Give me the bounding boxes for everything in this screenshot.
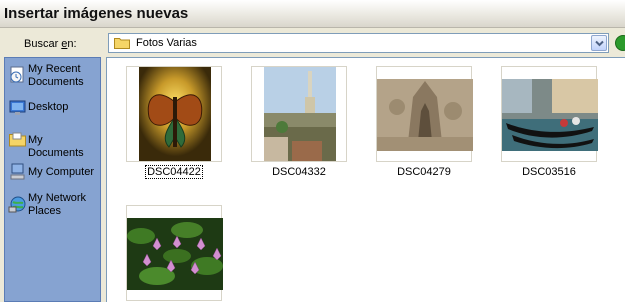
image-thumbnail [139,67,211,161]
place-my-recent-documents[interactable]: My Recent Documents [5,62,100,92]
image-thumbnail [502,79,598,151]
look-in-combobox[interactable]: Fotos Varias [108,33,609,53]
file-name: DSC03516 [522,166,576,178]
file-name: DSC04279 [397,166,451,178]
chevron-down-icon [595,40,604,47]
file-caption[interactable]: DSC04422 [126,165,222,179]
look-in-label: Buscar en: [24,38,77,50]
title-bar: Insertar imágenes nuevas [0,0,625,28]
window-title: Insertar imágenes nuevas [4,5,189,22]
image-thumbnail [127,218,223,290]
file-name: DSC04332 [272,166,326,178]
thumbnail-dsc04279[interactable] [376,66,473,162]
place-label: My Recent Documents [28,63,84,88]
file-list: DSC04422 DSC04332 DSC04279 DSC03516 [106,57,625,302]
place-label: My Network Places [28,192,87,217]
place-label: Desktop [28,101,69,113]
thumbnail-water-lilies[interactable] [126,205,223,301]
thumbnail-dsc03516[interactable] [501,66,598,162]
place-desktop[interactable]: Desktop [5,98,100,118]
look-in-label-prefix: Buscar [24,38,62,50]
file-caption[interactable]: DSC03516 [501,166,597,178]
place-my-network-places[interactable]: My Network Places [5,191,100,221]
place-label: My Computer [28,166,95,178]
file-caption[interactable]: DSC04279 [376,166,472,178]
places-bar: My Recent Documents Desktop My Documents… [4,57,101,302]
thumbnail-dsc04422[interactable] [126,66,222,162]
file-name: DSC04422 [145,165,203,179]
place-my-computer[interactable]: My Computer [5,162,100,182]
look-in-value: Fotos Varias [136,37,197,49]
back-button[interactable] [615,35,625,51]
network-places-icon [8,196,26,213]
thumbnail-dsc04332[interactable] [251,66,347,162]
look-in-label-suffix: n: [67,38,77,50]
desktop-icon [9,100,26,115]
my-computer-icon [10,163,25,180]
look-in-dropdown-button[interactable] [591,35,607,51]
recent-documents-icon [10,66,24,83]
folder-icon [114,38,130,49]
file-caption[interactable]: DSC04332 [251,166,347,178]
place-my-documents[interactable]: My Documents [5,130,100,159]
image-thumbnail [377,79,473,151]
place-label: My Documents [28,134,84,159]
my-documents-icon [9,132,26,147]
image-thumbnail [264,67,336,161]
